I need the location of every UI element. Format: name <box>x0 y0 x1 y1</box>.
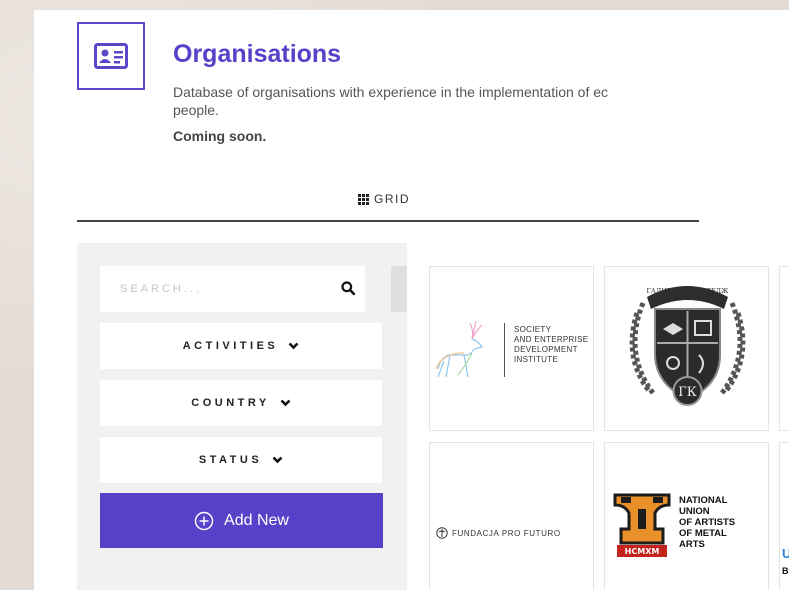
filter-country[interactable]: COUNTRY <box>100 380 382 426</box>
search-icon[interactable] <box>341 281 355 295</box>
search-input[interactable] <box>118 282 342 296</box>
id-card-icon <box>77 22 145 90</box>
filter-activities[interactable]: ACTIVITIES <box>100 323 382 369</box>
org-card-sedi[interactable]: SOCIETY AND ENTERPRISE DEVELOPMENT INSTI… <box>429 266 594 431</box>
chevron-down-icon <box>280 399 291 407</box>
plus-circle-icon <box>194 511 214 530</box>
sedi-line: DEVELOPMENT <box>514 345 578 354</box>
college-crest-logo: ГК ГАЛИЦЬКИЙ КОЛЕДЖ <box>629 286 746 406</box>
page-description-continued: people. <box>173 102 219 118</box>
nuam-line: ARTS <box>679 539 705 550</box>
coming-soon-note: Coming soon. <box>173 128 267 144</box>
partial-logo-letter: U <box>782 546 789 561</box>
nuam-line: OF ARTISTS <box>679 517 736 528</box>
org-card-partial-top[interactable] <box>779 266 789 431</box>
org-card-pro-futuro[interactable]: FUNDACJA PRO FUTURO <box>429 442 594 590</box>
tab-grid-label: GRID <box>374 192 410 206</box>
org-card-nuam[interactable]: НСМХМ NATIONAL UNION OF ARTISTS OF METAL… <box>604 442 769 590</box>
pro-futuro-emblem-icon <box>436 527 448 539</box>
org-card-partial-bottom[interactable]: U B <box>779 442 789 590</box>
sedi-line: SOCIETY <box>514 325 552 334</box>
pro-futuro-label: FUNDACJA PRO FUTURO <box>452 528 561 538</box>
nuam-line: OF METAL <box>679 528 727 539</box>
tab-underline <box>77 220 699 222</box>
page: Organisations Database of organisations … <box>34 10 789 590</box>
deer-logo-icon <box>435 320 483 378</box>
filter-country-label: COUNTRY <box>191 397 270 409</box>
nuam-line: UNION <box>679 506 710 517</box>
college-monogram: ГК <box>678 385 697 400</box>
chevron-down-icon <box>288 342 299 350</box>
tab-grid[interactable]: GRID <box>358 192 410 206</box>
nuam-badge-text: НСМХМ <box>625 547 660 556</box>
org-card-galician-college[interactable]: ГК ГАЛИЦЬКИЙ КОЛЕДЖ <box>604 266 769 431</box>
organisations-grid: SOCIETY AND ENTERPRISE DEVELOPMENT INSTI… <box>407 243 789 590</box>
nuam-logo-text: NATIONAL UNION OF ARTISTS OF METAL ARTS <box>679 495 735 550</box>
add-new-label: Add New <box>224 511 289 529</box>
search-box <box>100 266 365 312</box>
pro-futuro-logo: FUNDACJA PRO FUTURO <box>436 527 561 539</box>
college-arc-text: ГАЛИЦЬКИЙ КОЛЕДЖ <box>647 286 730 295</box>
sedi-line: AND ENTERPRISE <box>514 335 589 344</box>
page-title: Organisations <box>173 40 342 68</box>
filter-status-label: STATUS <box>198 454 263 466</box>
chevron-down-icon <box>272 456 283 464</box>
filter-status[interactable]: STATUS <box>100 437 382 483</box>
anvil-logo-icon: НСМХМ <box>613 493 671 557</box>
sedi-line: INSTITUTE <box>514 355 559 364</box>
sedi-logo-text: SOCIETY AND ENTERPRISE DEVELOPMENT INSTI… <box>514 325 588 365</box>
add-new-button[interactable]: Add New <box>100 493 383 548</box>
filter-sidebar: ACTIVITIES COUNTRY STATUS Add New <box>77 243 407 590</box>
page-description: Database of organisations with experienc… <box>173 84 609 100</box>
logo-divider <box>504 323 505 377</box>
nuam-line: NATIONAL <box>679 495 728 506</box>
filter-activities-label: ACTIVITIES <box>182 340 279 352</box>
grid-icon <box>358 193 369 205</box>
partial-logo-letter: B <box>782 566 789 576</box>
